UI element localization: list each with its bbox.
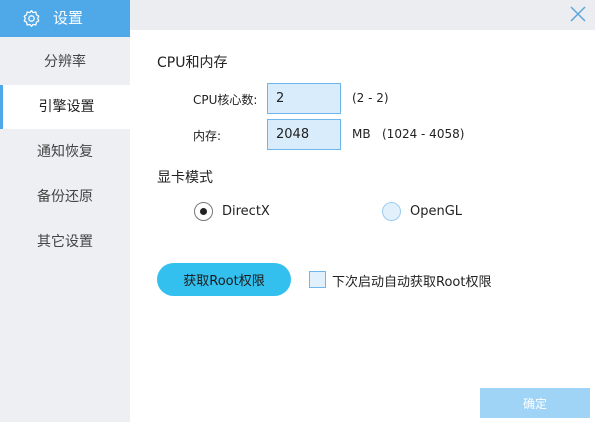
directx-label: DirectX — [222, 204, 270, 219]
nav-item-other-settings[interactable]: 其它设置 — [0, 220, 130, 264]
sidebar-header: 设置 — [0, 0, 130, 37]
settings-title: 设置 — [53, 9, 84, 27]
nav-item-notification-restore[interactable]: 通知恢复 — [0, 130, 130, 174]
cpu-cores-input[interactable] — [267, 83, 341, 114]
cpu-memory-title: CPU和内存 — [157, 55, 228, 71]
gear-icon — [23, 9, 40, 28]
nav-item-backup-restore[interactable]: 备份还原 — [0, 175, 130, 219]
cpu-cores-label: CPU核心数: — [193, 93, 258, 107]
auto-root-checkbox[interactable] — [309, 271, 326, 288]
auto-root-label: 下次启动自动获取Root权限 — [332, 275, 492, 290]
memory-label: 内存: — [193, 129, 222, 143]
memory-range: (1024 - 4058) — [382, 127, 465, 141]
opengl-label: OpenGL — [410, 204, 463, 219]
confirm-button[interactable]: 确定 — [480, 388, 590, 418]
sidebar: 设置 分辨率 引擎设置 通知恢复 备份还原 其它设置 — [0, 0, 130, 422]
opengl-radio[interactable] — [382, 202, 401, 221]
display-mode-title: 显卡模式 — [157, 170, 213, 186]
close-icon[interactable] — [568, 4, 588, 24]
nav-item-engine-settings[interactable]: 引擎设置 — [0, 85, 130, 129]
memory-input[interactable] — [267, 119, 341, 150]
cpu-cores-range: (2 - 2) — [352, 91, 389, 105]
get-root-button[interactable]: 获取Root权限 — [157, 263, 291, 296]
memory-unit: MB — [352, 127, 371, 141]
directx-radio[interactable] — [194, 202, 213, 221]
nav-item-resolution[interactable]: 分辨率 — [0, 40, 130, 84]
title-bar — [130, 0, 595, 30]
